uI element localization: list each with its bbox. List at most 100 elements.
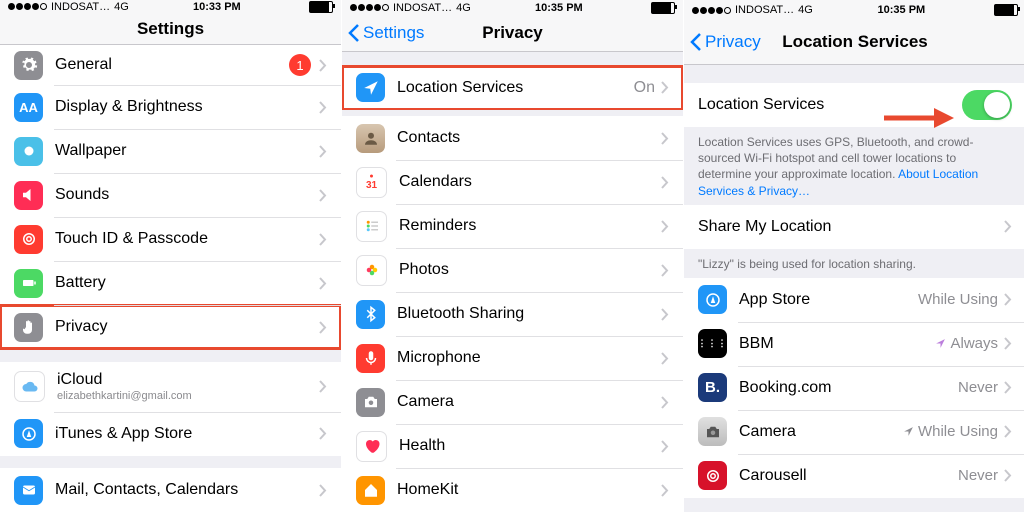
chevron-right-icon bbox=[319, 277, 327, 290]
row-itunes[interactable]: iTunes & App Store bbox=[0, 412, 341, 456]
back-button[interactable]: Settings bbox=[348, 23, 424, 43]
row-display[interactable]: AA Display & Brightness bbox=[0, 85, 341, 129]
row-label: Display & Brightness bbox=[55, 98, 319, 116]
row-battery[interactable]: Battery bbox=[0, 261, 341, 305]
row-camera[interactable]: Camera bbox=[342, 380, 683, 424]
contacts-icon bbox=[356, 124, 385, 153]
row-label: Calendars bbox=[399, 173, 661, 191]
row-touchid[interactable]: Touch ID & Passcode bbox=[0, 217, 341, 261]
phone-settings: INDOSAT… 4G 10:33 PM Settings General 1 … bbox=[0, 0, 342, 512]
row-share-location[interactable]: Share My Location bbox=[684, 205, 1024, 249]
row-mail[interactable]: Mail, Contacts, Calendars bbox=[0, 468, 341, 512]
nav-bar: Privacy Location Services bbox=[684, 20, 1024, 65]
row-app-camera[interactable]: Camera While Using bbox=[684, 410, 1024, 454]
row-label: Privacy bbox=[55, 318, 319, 336]
chevron-right-icon bbox=[661, 220, 669, 233]
row-contacts[interactable]: Contacts bbox=[342, 116, 683, 160]
row-value: While Using bbox=[918, 291, 998, 308]
chevron-right-icon bbox=[661, 352, 669, 365]
row-health[interactable]: Health bbox=[342, 424, 683, 468]
heart-icon bbox=[356, 431, 387, 462]
row-label: Bluetooth Sharing bbox=[397, 305, 661, 323]
row-reminders[interactable]: Reminders bbox=[342, 204, 683, 248]
row-label: Wallpaper bbox=[55, 142, 319, 160]
row-wallpaper[interactable]: Wallpaper bbox=[0, 129, 341, 173]
carousell-icon bbox=[698, 461, 727, 490]
signal-dots-icon bbox=[350, 4, 389, 11]
network-label: 4G bbox=[798, 4, 813, 16]
chevron-right-icon bbox=[661, 132, 669, 145]
back-button[interactable]: Privacy bbox=[690, 32, 761, 52]
row-general[interactable]: General 1 bbox=[0, 45, 341, 85]
chevron-right-icon bbox=[1004, 220, 1012, 233]
battery-icon bbox=[994, 4, 1018, 16]
chevron-right-icon bbox=[1004, 425, 1012, 438]
back-label: Privacy bbox=[705, 32, 761, 52]
location-toggle[interactable] bbox=[962, 90, 1012, 120]
camera-icon bbox=[356, 388, 385, 417]
location-arrow-icon bbox=[356, 73, 385, 102]
back-label: Settings bbox=[363, 23, 424, 43]
camera-app-icon bbox=[698, 417, 727, 446]
brightness-icon: AA bbox=[14, 93, 43, 122]
chevron-right-icon bbox=[661, 308, 669, 321]
chevron-right-icon bbox=[661, 440, 669, 453]
network-label: 4G bbox=[456, 2, 471, 14]
row-label: App Store bbox=[739, 291, 918, 309]
nav-title: Settings bbox=[137, 19, 204, 39]
row-label: Mail, Contacts, Calendars bbox=[55, 481, 319, 499]
row-privacy[interactable]: Privacy bbox=[0, 305, 341, 349]
row-icloud[interactable]: iCloud elizabethkartini@gmail.com bbox=[0, 362, 341, 412]
chevron-right-icon bbox=[1004, 293, 1012, 306]
nav-title: Location Services bbox=[782, 32, 928, 52]
badge-icon: 1 bbox=[289, 54, 311, 76]
appstore-icon bbox=[14, 419, 43, 448]
row-app-booking[interactable]: B. Booking.com Never bbox=[684, 366, 1024, 410]
signal-dots-icon bbox=[8, 3, 47, 10]
row-location-services[interactable]: Location Services On bbox=[342, 66, 683, 110]
nav-bar: Settings Privacy bbox=[342, 16, 683, 52]
row-label: Microphone bbox=[397, 349, 661, 367]
nav-title: Privacy bbox=[482, 23, 543, 43]
carrier-label: INDOSAT… bbox=[51, 1, 110, 13]
chevron-right-icon bbox=[319, 321, 327, 334]
row-photos[interactable]: Photos bbox=[342, 248, 683, 292]
battery-icon bbox=[309, 1, 333, 13]
row-value: Never bbox=[958, 467, 998, 484]
row-bluetooth[interactable]: Bluetooth Sharing bbox=[342, 292, 683, 336]
row-homekit[interactable]: HomeKit bbox=[342, 468, 683, 512]
clock: 10:33 PM bbox=[193, 1, 241, 13]
chevron-right-icon bbox=[661, 396, 669, 409]
row-app-carousell[interactable]: Carousell Never bbox=[684, 454, 1024, 498]
signal-dots-icon bbox=[692, 7, 731, 14]
chevron-right-icon bbox=[319, 189, 327, 202]
fingerprint-icon bbox=[14, 225, 43, 254]
row-value: Always bbox=[935, 335, 998, 352]
row-sounds[interactable]: Sounds bbox=[0, 173, 341, 217]
booking-icon: B. bbox=[698, 373, 727, 402]
chevron-right-icon bbox=[661, 176, 669, 189]
row-microphone[interactable]: Microphone bbox=[342, 336, 683, 380]
wallpaper-icon bbox=[14, 137, 43, 166]
cloud-icon bbox=[14, 371, 45, 402]
chevron-right-icon bbox=[319, 484, 327, 497]
row-label: Photos bbox=[399, 261, 661, 279]
chevron-right-icon bbox=[319, 59, 327, 72]
chevron-right-icon bbox=[661, 484, 669, 497]
chevron-right-icon bbox=[319, 233, 327, 246]
row-app-appstore[interactable]: App Store While Using bbox=[684, 278, 1024, 322]
chevron-right-icon bbox=[319, 427, 327, 440]
location-indicator-icon bbox=[935, 338, 946, 349]
chevron-right-icon bbox=[1004, 381, 1012, 394]
row-value: On bbox=[634, 79, 655, 97]
status-bar: INDOSAT… 4G 10:35 PM bbox=[684, 0, 1024, 20]
row-app-bbm[interactable]: ⋮⋮⋮ BBM Always bbox=[684, 322, 1024, 366]
mail-icon bbox=[14, 476, 43, 505]
row-label: General bbox=[55, 56, 289, 74]
row-label: Health bbox=[399, 437, 661, 455]
row-calendars[interactable]: ●31 Calendars bbox=[342, 160, 683, 204]
carrier-label: INDOSAT… bbox=[393, 2, 452, 14]
row-location-toggle: Location Services bbox=[684, 83, 1024, 127]
row-value: While Using bbox=[903, 423, 998, 440]
home-icon bbox=[356, 476, 385, 505]
